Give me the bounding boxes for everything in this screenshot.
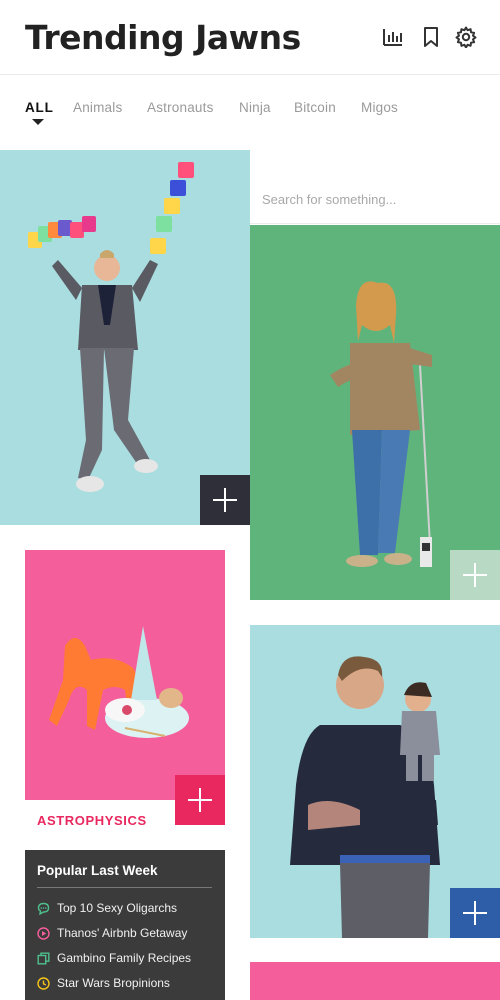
clock-icon xyxy=(37,977,50,990)
popular-item[interactable]: Top 10 Sexy Oligarchs xyxy=(37,900,223,918)
photo-card-puppet-man[interactable] xyxy=(250,625,500,938)
popular-item[interactable]: Thanos' Airbnb Getaway xyxy=(37,925,223,943)
search-bar xyxy=(250,175,500,224)
tab-astronauts[interactable]: Astronauts xyxy=(147,100,214,115)
active-tab-indicator xyxy=(32,119,44,125)
photo-dog-toy xyxy=(49,626,189,738)
photo-card-juggler[interactable] xyxy=(0,150,250,525)
photo-card-pink[interactable] xyxy=(250,962,500,1000)
popular-item[interactable]: Star Wars Bropinions xyxy=(37,975,223,993)
tab-ninja[interactable]: Ninja xyxy=(239,100,271,115)
page-title: Trending Jawns xyxy=(25,18,301,57)
gear-icon[interactable] xyxy=(455,26,477,49)
add-button[interactable] xyxy=(450,888,500,938)
play-circle-icon xyxy=(37,927,50,940)
category-label[interactable]: ASTROPHYSICS xyxy=(37,813,147,828)
popular-item-label: Top 10 Sexy Oligarchs xyxy=(57,901,178,915)
photo-card-dog-toy[interactable] xyxy=(25,550,225,800)
chat-bubble-icon xyxy=(37,902,50,915)
photo-sweater-man xyxy=(330,281,432,567)
add-button[interactable] xyxy=(450,550,500,600)
add-button[interactable] xyxy=(175,775,225,825)
tab-bitcoin[interactable]: Bitcoin xyxy=(294,100,336,115)
popular-item-label: Star Wars Bropinions xyxy=(57,976,170,990)
add-button[interactable] xyxy=(200,475,250,525)
category-tabs: ALL Animals Astronauts Ninja Bitcoin Mig… xyxy=(0,96,500,132)
popular-last-week-panel: Popular Last Week Top 10 Sexy Oligarchs … xyxy=(25,850,225,1000)
app-header: Trending Jawns xyxy=(0,0,500,75)
photo-juggler xyxy=(28,162,194,492)
tab-all[interactable]: ALL xyxy=(25,100,54,115)
popular-item[interactable]: Gambino Family Recipes xyxy=(37,950,223,968)
photo-card-sweater-man[interactable] xyxy=(250,225,500,600)
tab-migos[interactable]: Migos xyxy=(361,100,398,115)
divider xyxy=(37,887,212,888)
tab-animals[interactable]: Animals xyxy=(73,100,122,115)
bar-chart-icon[interactable] xyxy=(382,26,404,48)
popular-item-label: Thanos' Airbnb Getaway xyxy=(57,926,188,940)
popular-title: Popular Last Week xyxy=(37,863,158,878)
search-input[interactable] xyxy=(250,175,500,223)
copy-icon xyxy=(37,952,50,965)
bookmark-icon[interactable] xyxy=(420,26,442,48)
popular-item-label: Gambino Family Recipes xyxy=(57,951,192,965)
